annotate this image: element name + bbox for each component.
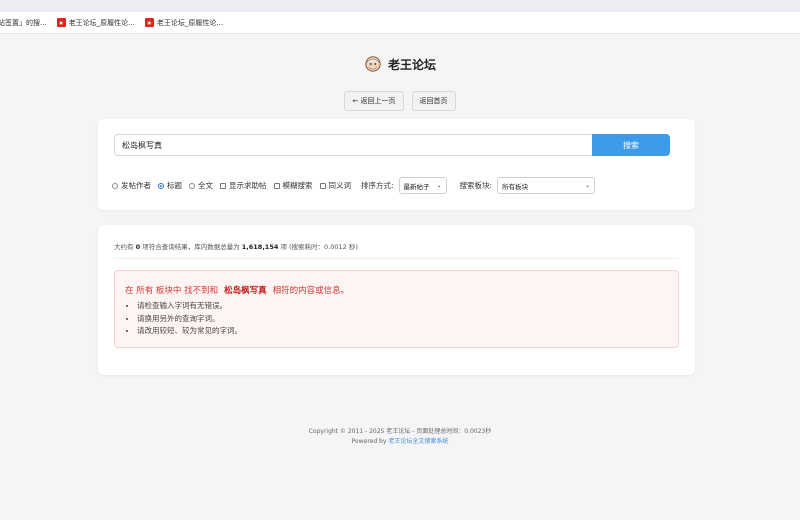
total-count: 1,618,154: [241, 243, 279, 251]
bookmarks-bar: 站签置」的搜... ▣ 老王论坛_原履性论... ▣ 老王论坛_原履性论...: [0, 12, 800, 34]
bookmark-item[interactable]: ▣ 老王论坛_原履性论...: [56, 18, 135, 28]
list-item: 请改用较短、较为常见的字词。: [137, 325, 242, 338]
checkbox-show-help-posts[interactable]: [220, 182, 226, 189]
notice-keyword: 松岛枫写真: [224, 286, 267, 296]
checkbox-synonyms[interactable]: [319, 182, 326, 189]
bookmark-item[interactable]: 站签置」的搜...: [0, 18, 47, 28]
option-author[interactable]: 发帖作者: [112, 180, 151, 191]
old-man-face-icon: [365, 56, 381, 72]
bookmark-label: 站签置」的搜...: [0, 18, 47, 27]
search-panel: 搜索 发帖作者 标题 全文 显示求助帖 模糊搜索 同义词 排序方式: 最新帖子: [98, 119, 695, 210]
back-button[interactable]: ← 返回上一页: [344, 91, 404, 111]
notice-title: 在 所有 板块中 找不到和 松岛枫写真 相符的内容或信息。: [125, 284, 349, 296]
chevron-down-icon: ⌄: [436, 182, 442, 189]
site-title: 老王论坛: [387, 57, 436, 72]
radio-title[interactable]: [158, 182, 164, 189]
browser-top-strip: [0, 0, 800, 12]
option-fulltext[interactable]: 全文: [189, 180, 213, 191]
list-item: 请换用另外的查询字词。: [137, 313, 242, 326]
result-stats: 大约有 0 项符合查询结果，库内数据总量为 1,618,154 项 (搜索耗时：…: [114, 241, 358, 251]
page-footer: Copyright © 2011 - 2025 老王论坛 - 页面处理总时间：0…: [0, 427, 800, 447]
board-select[interactable]: 所有板块 ⌄: [497, 177, 596, 194]
stats-suffix: 项 (搜索耗时：0.0012 秒): [280, 243, 358, 251]
radio-fulltext[interactable]: [189, 182, 195, 189]
notice-prefix: 在 所有 板块中 找不到和: [125, 286, 219, 296]
search-input[interactable]: [114, 134, 592, 156]
option-label: 发帖作者: [121, 181, 151, 190]
option-label: 全文: [198, 181, 213, 190]
forum-favicon-icon: ▣: [144, 18, 154, 27]
option-synonyms[interactable]: 同义词: [319, 180, 352, 191]
search-button[interactable]: 搜索: [592, 134, 670, 156]
forum-favicon-icon: ▣: [56, 18, 66, 27]
tips-list: 请检查输入字词有无错误。 请换用另外的查询字词。 请改用较短、较为常见的字词。: [125, 300, 242, 338]
search-options: 发帖作者 标题 全文 显示求助帖 模糊搜索 同义词 排序方式: 最新帖子 ⌄ 搜…: [112, 177, 596, 194]
bookmark-item[interactable]: ▣ 老王论坛_原履性论...: [144, 18, 224, 28]
option-label: 同义词: [328, 181, 352, 190]
board-label: 搜索板块:: [459, 181, 493, 190]
option-label: 标题: [167, 181, 182, 190]
radio-author[interactable]: [112, 182, 118, 189]
powered-prefix: Powered by: [351, 438, 387, 445]
divider: [114, 258, 679, 259]
no-results-notice: 在 所有 板块中 找不到和松岛枫写真相符的内容或信息。 请检查输入字词有无错误。…: [114, 270, 679, 348]
notice-suffix: 相符的内容或信息。: [272, 286, 350, 296]
checkbox-fuzzy-search[interactable]: [273, 182, 280, 189]
bookmark-label: 老王论坛_原履性论...: [68, 18, 135, 27]
powered-link[interactable]: 老王论坛全文搜索系统: [388, 438, 448, 445]
stats-mid: 项符合查询结果，库内数据总量为: [142, 243, 240, 251]
board-value: 所有板块: [502, 182, 529, 191]
search-bar: 搜索: [114, 134, 670, 156]
option-label: 显示求助帖: [229, 181, 267, 190]
list-item: 请检查输入字词有无错误。: [137, 300, 242, 313]
option-title[interactable]: 标题: [158, 180, 182, 191]
home-button[interactable]: 返回首页: [411, 91, 456, 111]
bookmark-label: 老王论坛_原履性论...: [156, 18, 224, 27]
sort-select[interactable]: 最新帖子 ⌄: [398, 177, 447, 194]
copyright-text: Copyright © 2011 - 2025 老王论坛 - 页面处理总时间：0…: [308, 428, 492, 435]
option-fuzzy-search[interactable]: 模糊搜索: [273, 180, 313, 191]
stats-prefix: 大约有: [114, 243, 134, 251]
site-header: 老王论坛: [0, 55, 800, 73]
result-count: 0: [135, 243, 141, 251]
site-logo[interactable]: 老王论坛: [364, 55, 436, 73]
sort-label: 排序方式:: [361, 181, 394, 190]
results-panel: 大约有 0 项符合查询结果，库内数据总量为 1,618,154 项 (搜索耗时：…: [98, 225, 695, 375]
option-label: 模糊搜索: [282, 181, 313, 190]
powered-by: Powered by 老王论坛全文搜索系统: [0, 437, 800, 447]
nav-buttons: ← 返回上一页 返回首页: [0, 91, 800, 111]
chevron-down-icon: ⌄: [585, 182, 591, 189]
option-show-help-posts[interactable]: 显示求助帖: [220, 180, 267, 191]
sort-value: 最新帖子: [403, 182, 430, 191]
